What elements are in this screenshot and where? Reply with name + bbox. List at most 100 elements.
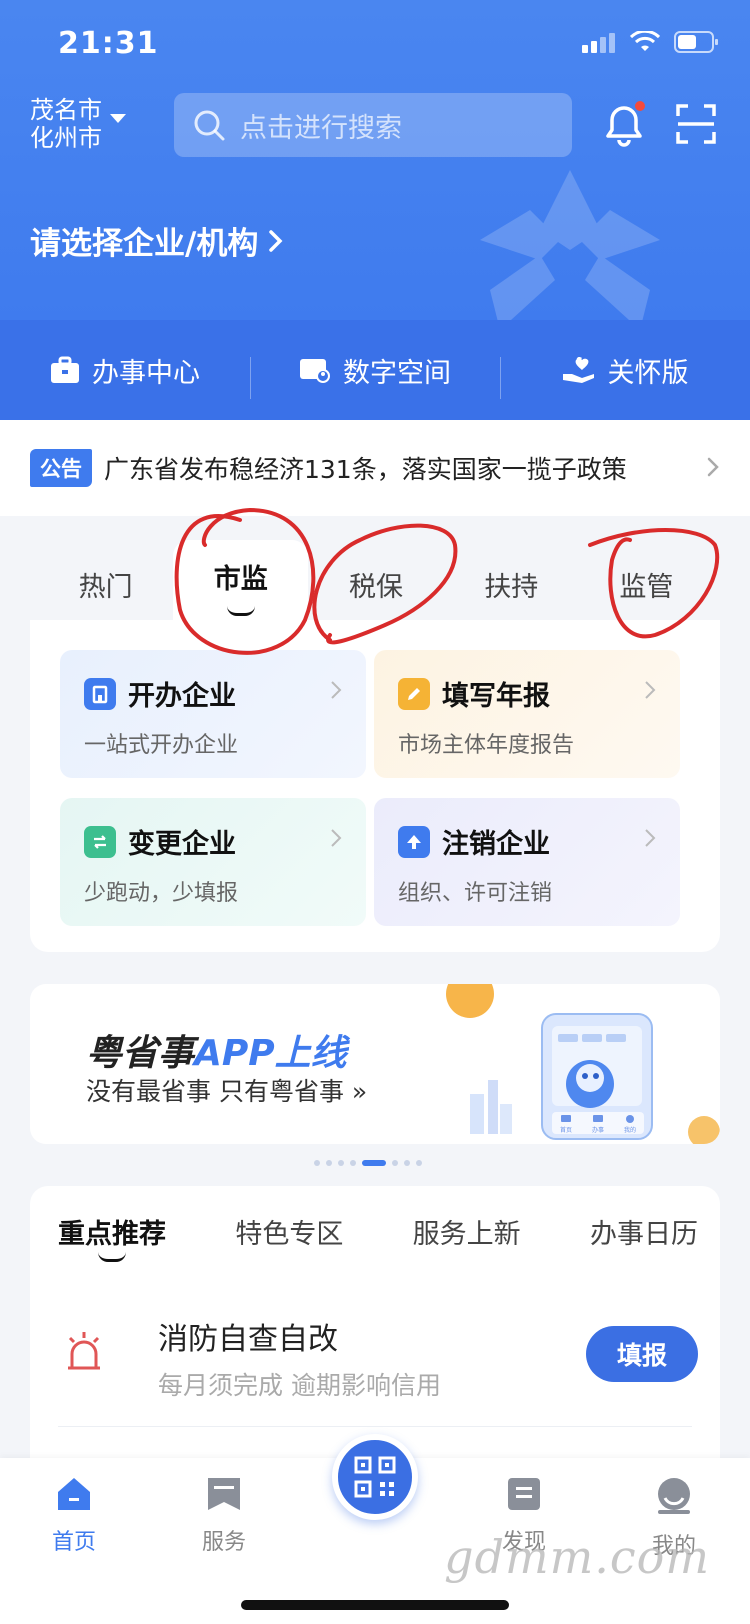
- choose-org-link[interactable]: 请选择企业/机构: [30, 218, 284, 263]
- quick-item-label: 数字空间: [343, 357, 451, 389]
- tab-label: 市监: [213, 564, 268, 595]
- tab-services[interactable]: 服务: [174, 1476, 274, 1556]
- chevron-right-icon: [331, 681, 342, 699]
- rec-tab-calendar[interactable]: 办事日历: [590, 1212, 698, 1251]
- banner-subtitle: 没有最省事 只有粤省事 »: [86, 1077, 368, 1106]
- recommend-subtitle: 每月须完成 逾期影响信用: [158, 1371, 441, 1400]
- notice-bar[interactable]: 公告 广东省发布稳经济131条，落实国家一揽子政策: [0, 420, 750, 516]
- rec-tab-new-services[interactable]: 服务上新: [413, 1212, 521, 1251]
- tile-title: 开办企业: [128, 681, 236, 712]
- arrow-up-icon: [398, 825, 430, 858]
- recommend-title: 消防自查自改: [158, 1322, 338, 1357]
- status-time: 21:31: [58, 26, 159, 61]
- tab-tax-insurance[interactable]: 税保: [308, 565, 443, 604]
- caret-down-icon[interactable]: [110, 114, 126, 123]
- briefcase-icon: [51, 356, 79, 383]
- tile-title: 填写年报: [442, 681, 550, 712]
- recommend-tabs: 重点推荐 特色专区 服务上新 办事日历: [58, 1212, 698, 1262]
- divider: [58, 1426, 692, 1427]
- service-tile-annual-report[interactable]: 填写年报 市场主体年度报告: [374, 650, 680, 778]
- banner-title-main: 粤省事: [86, 1033, 195, 1074]
- notice-badge: 公告: [30, 449, 92, 487]
- profile-icon: [658, 1478, 690, 1514]
- choose-org-label: 请选择企业/机构: [30, 226, 259, 262]
- battery-icon: [674, 31, 718, 53]
- banner-mini-label: 办事: [592, 1126, 604, 1134]
- search-icon: [194, 110, 225, 141]
- banner-title: 粤省事APP上线: [86, 1024, 347, 1076]
- city-selector[interactable]: 茂名市 化州市: [30, 96, 102, 152]
- alarm-light-icon: [68, 1332, 100, 1370]
- quick-item-service-center[interactable]: 办事中心: [0, 351, 250, 390]
- tab-market-supervision[interactable]: 市监: [173, 540, 309, 628]
- quick-action-bar: 办事中心 数字空间 关怀版: [0, 320, 750, 420]
- active-tab-indicator: [98, 1252, 126, 1262]
- discover-icon: [508, 1478, 540, 1510]
- home-indicator: [241, 1600, 509, 1610]
- search-input[interactable]: 点击进行搜索: [174, 93, 572, 157]
- carousel-dot[interactable]: [416, 1160, 422, 1166]
- scan-icon[interactable]: [676, 104, 716, 144]
- flower-watermark-icon: [480, 170, 660, 320]
- tab-label: 首页: [51, 1530, 96, 1555]
- tile-subtitle: 组织、许可注销: [398, 881, 553, 906]
- category-tabs: 热门 市监 税保 扶持 监管: [38, 540, 714, 628]
- rec-tab-special[interactable]: 特色专区: [235, 1212, 343, 1251]
- quick-item-label: 办事中心: [92, 357, 200, 389]
- active-tab-indicator: [226, 606, 255, 616]
- chevron-right-icon: [645, 681, 656, 699]
- service-tile-cancel-business[interactable]: 注销企业 组织、许可注销: [374, 798, 680, 926]
- carousel-dot-active[interactable]: [362, 1160, 386, 1166]
- service-card: 开办企业 一站式开办企业 填写年报 市场主体年度报告 变更企业 少跑动，少填报: [30, 620, 720, 952]
- watermark-text: gdmm.com: [444, 1530, 710, 1584]
- digital-space-icon: [300, 359, 330, 383]
- search-placeholder: 点击进行搜索: [240, 112, 402, 144]
- city-line2: 化州市: [30, 124, 102, 152]
- chevron-right-icon: [331, 829, 342, 847]
- carousel-dot[interactable]: [392, 1160, 398, 1166]
- chevron-right-icon: [269, 229, 283, 252]
- notice-text: 广东省发布稳经济131条，落实国家一揽子政策: [104, 455, 627, 484]
- chevron-right-icon: [707, 457, 719, 477]
- qr-code-button[interactable]: [332, 1434, 418, 1520]
- banner-mini-label: 首页: [560, 1126, 572, 1134]
- tab-home[interactable]: 首页: [24, 1476, 124, 1556]
- building-icon: [84, 677, 116, 710]
- city-line1: 茂名市: [30, 96, 102, 124]
- fill-report-button[interactable]: 填报: [586, 1326, 698, 1382]
- pencil-icon: [398, 677, 430, 710]
- chevron-right-icon: [645, 829, 656, 847]
- recommend-card: 重点推荐 特色专区 服务上新 办事日历 消防自查自改 每月须完成 逾期影响信用 …: [30, 1186, 720, 1466]
- promo-banner[interactable]: 粤省事APP上线 没有最省事 只有粤省事 » 首页 办事 我的: [30, 984, 720, 1144]
- bell-icon[interactable]: [600, 100, 648, 148]
- cellular-signal-icon: [582, 33, 615, 53]
- tab-hot[interactable]: 热门: [38, 565, 173, 604]
- tab-regulation[interactable]: 监管: [579, 565, 714, 604]
- service-tile-open-business[interactable]: 开办企业 一站式开办企业: [60, 650, 366, 778]
- tile-title: 注销企业: [442, 829, 550, 860]
- tile-subtitle: 市场主体年度报告: [398, 733, 575, 758]
- quick-item-care-mode[interactable]: 关怀版: [500, 351, 750, 399]
- quick-item-digital-space[interactable]: 数字空间: [250, 351, 500, 399]
- tab-label: 服务: [201, 1530, 246, 1555]
- tab-support[interactable]: 扶持: [444, 565, 579, 604]
- carousel-dot[interactable]: [350, 1160, 356, 1166]
- home-icon: [58, 1478, 90, 1510]
- recommend-item[interactable]: 消防自查自改 每月须完成 逾期影响信用 填报: [58, 1302, 698, 1412]
- care-hand-icon: [562, 356, 594, 383]
- rec-tab-featured[interactable]: 重点推荐: [58, 1212, 166, 1262]
- carousel-dots: [314, 1160, 422, 1166]
- banner-title-accent: APP上线: [194, 1033, 347, 1074]
- carousel-dot[interactable]: [338, 1160, 344, 1166]
- swap-icon: [84, 825, 116, 858]
- carousel-dot[interactable]: [326, 1160, 332, 1166]
- tile-subtitle: 一站式开办企业: [84, 733, 239, 758]
- carousel-dot[interactable]: [314, 1160, 320, 1166]
- banner-illustration: 首页 办事 我的: [446, 984, 720, 1144]
- tile-title: 变更企业: [128, 829, 236, 860]
- bookmark-icon: [208, 1478, 240, 1510]
- quick-item-label: 关怀版: [607, 357, 689, 389]
- status-bar: 21:31: [0, 0, 750, 88]
- service-tile-change-business[interactable]: 变更企业 少跑动，少填报: [60, 798, 366, 926]
- carousel-dot[interactable]: [404, 1160, 410, 1166]
